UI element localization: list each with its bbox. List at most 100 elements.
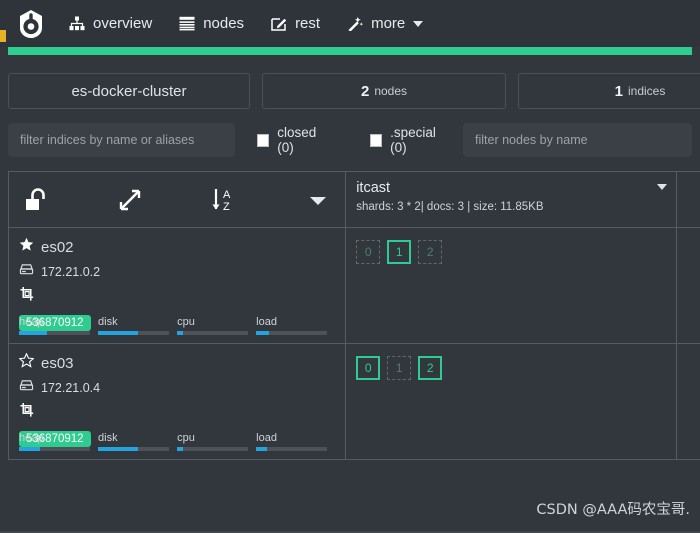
- metric-fill: [177, 331, 183, 335]
- special-checkbox-row[interactable]: .special (0): [369, 125, 451, 155]
- sitemap-icon: [68, 15, 86, 33]
- node-ip: 172.21.0.4: [41, 381, 101, 395]
- star-filled-icon[interactable]: [19, 237, 34, 257]
- nav-item-more[interactable]: more: [346, 15, 424, 33]
- shard-box[interactable]: 2: [418, 240, 443, 264]
- nodes-count-label: nodes: [374, 84, 408, 98]
- metric-track: [256, 447, 328, 451]
- metric-track: [19, 331, 91, 335]
- metric-track: [98, 331, 170, 335]
- edit-square-icon: [270, 15, 288, 33]
- chevron-down-icon[interactable]: [413, 20, 424, 27]
- watermark: CSDN @AAA码农宝哥.: [536, 502, 690, 518]
- svg-text:A: A: [223, 189, 231, 201]
- expand-arrows-icon[interactable]: [118, 188, 144, 212]
- shards-cell-es03-empty: [676, 343, 700, 460]
- top-navbar: overview nodes rest more: [0, 0, 700, 47]
- accent-marker: [0, 30, 6, 42]
- index-header-empty: [676, 171, 700, 228]
- nodes-count-card[interactable]: 2 nodes: [262, 73, 506, 109]
- shard-box[interactable]: 0: [356, 356, 381, 380]
- grid-toolbar-cell: A Z: [7, 171, 347, 228]
- metric-label: heap: [19, 316, 44, 328]
- cerebro-logo-icon[interactable]: [14, 7, 48, 41]
- star-outline-icon[interactable]: [18, 352, 35, 373]
- nav-label-overview: overview: [93, 15, 153, 32]
- server-icon: [19, 379, 34, 397]
- sort-alpha-asc-icon[interactable]: A Z: [210, 187, 240, 213]
- nav-item-nodes[interactable]: nodes: [178, 15, 244, 33]
- metric-fill: [19, 447, 41, 451]
- closed-checkbox-row[interactable]: closed (0): [257, 125, 332, 155]
- metric-label: disk: [98, 316, 118, 328]
- server-list-icon: [178, 15, 196, 33]
- metric-fill: [256, 447, 267, 451]
- cluster-grid: A Z itcast shards: 3 * 2| docs: 3 | size…: [7, 171, 700, 460]
- node-ip: 172.21.0.2: [41, 265, 101, 279]
- metric-cpu: cpu: [177, 432, 256, 451]
- index-menu-chevron-down-icon[interactable]: [657, 184, 668, 190]
- metric-fill: [19, 331, 48, 335]
- metric-label: heap: [19, 432, 44, 444]
- nodes-filter-input[interactable]: [463, 123, 692, 157]
- metric-fill: [98, 331, 138, 335]
- indices-filter-input[interactable]: [8, 123, 236, 157]
- node-cell-es02: es02 172.21.0.2 536870912 heap disk cpu …: [7, 227, 347, 344]
- nav-item-overview[interactable]: overview: [68, 15, 152, 33]
- nav-label-nodes: nodes: [203, 15, 245, 32]
- shards-cell-es02-empty: [676, 227, 700, 344]
- node-metrics-es03: heap disk cpu load: [19, 432, 335, 451]
- unlock-icon[interactable]: [25, 187, 51, 212]
- metric-heap: heap: [19, 316, 98, 335]
- metric-fill: [98, 447, 138, 451]
- node-cell-es03: es03 172.21.0.4 536870912 heap disk cpu …: [7, 343, 347, 460]
- nodes-count-value: 2: [360, 82, 370, 100]
- indices-count-card[interactable]: 1 indices: [518, 73, 700, 109]
- closed-checkbox[interactable]: [257, 133, 270, 147]
- node-name: es03: [41, 354, 74, 372]
- metric-label: load: [256, 432, 277, 444]
- metric-heap: heap: [19, 432, 98, 451]
- metric-disk: disk: [98, 316, 177, 335]
- special-checkbox[interactable]: [369, 133, 383, 147]
- nav-label-more: more: [371, 15, 406, 32]
- indices-count-label: indices: [627, 84, 666, 98]
- shards-cell-es03-itcast: 0 1 2: [345, 343, 678, 460]
- metric-load: load: [256, 316, 335, 335]
- cluster-grid-wrapper: A Z itcast shards: 3 * 2| docs: 3 | size…: [0, 157, 700, 460]
- magic-wand-icon: [346, 15, 364, 33]
- metric-track: [98, 447, 170, 451]
- metric-track: [177, 331, 249, 335]
- metric-load: load: [256, 432, 335, 451]
- shard-box[interactable]: 0: [356, 240, 381, 264]
- table-row: es02 172.21.0.2 536870912 heap disk cpu …: [7, 227, 700, 344]
- node-metrics-es02: heap disk cpu load: [19, 316, 335, 335]
- grid-header-row: A Z itcast shards: 3 * 2| docs: 3 | size…: [7, 171, 700, 228]
- cluster-health-bar: [8, 47, 692, 55]
- shard-box[interactable]: 1: [387, 240, 412, 264]
- metric-track: [177, 447, 249, 451]
- index-header-itcast: itcast shards: 3 * 2| docs: 3 | size: 11…: [345, 171, 678, 228]
- shard-box[interactable]: 2: [418, 356, 443, 380]
- metric-fill: [256, 331, 269, 335]
- summary-cards: es-docker-cluster 2 nodes 1 indices: [0, 55, 700, 109]
- metric-label: cpu: [177, 316, 195, 328]
- indices-count-value: 1: [614, 82, 623, 100]
- metric-label: load: [256, 316, 277, 328]
- metric-track: [256, 331, 328, 335]
- shard-box[interactable]: 1: [387, 356, 412, 380]
- shards-cell-es02-itcast: 0 1 2: [345, 227, 678, 344]
- index-meta: shards: 3 * 2| docs: 3 | size: 11.85KB: [356, 201, 544, 213]
- cluster-name-value: es-docker-cluster: [71, 82, 187, 100]
- nav-label-rest: rest: [295, 15, 321, 32]
- data-node-icon: [19, 402, 35, 423]
- special-checkbox-label: .special (0): [390, 125, 436, 155]
- cluster-name-card[interactable]: es-docker-cluster: [8, 73, 250, 109]
- node-name: es02: [41, 238, 74, 256]
- metric-cpu: cpu: [177, 316, 256, 335]
- nav-item-rest[interactable]: rest: [270, 15, 320, 33]
- chevron-down-icon[interactable]: [307, 192, 329, 208]
- closed-checkbox-label: closed (0): [277, 125, 317, 155]
- svg-text:Z: Z: [223, 201, 230, 213]
- metric-label: cpu: [177, 432, 195, 444]
